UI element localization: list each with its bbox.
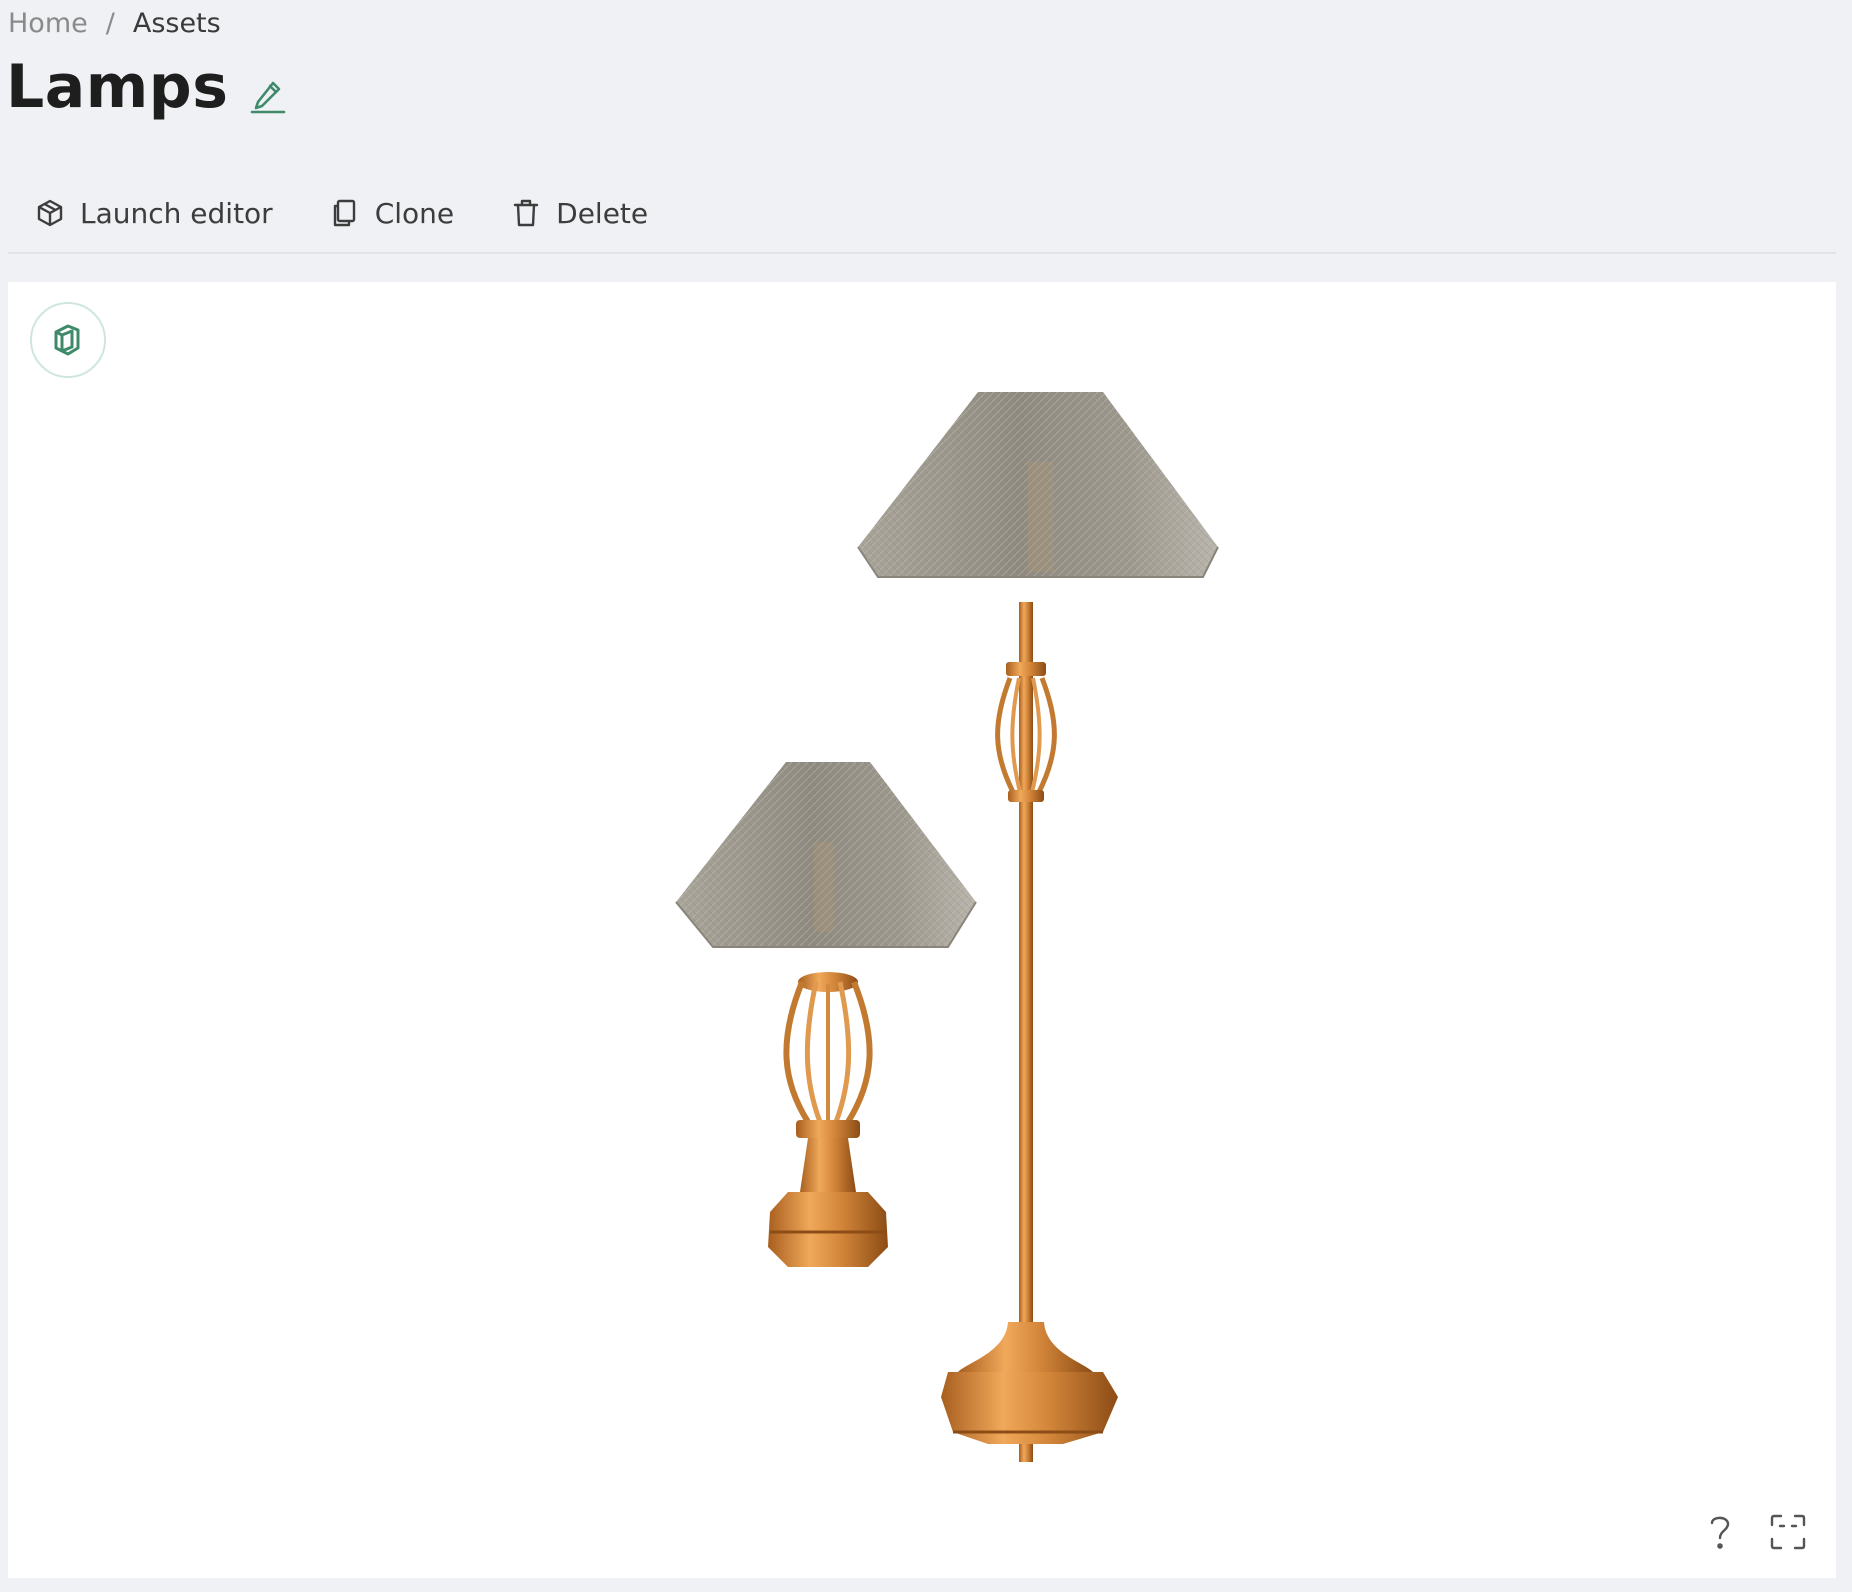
asset-detail-page: Home / Assets Lamps Launch editor Clone … [0, 0, 1852, 1592]
layers-icon [54, 324, 80, 356]
lamps-3d-model[interactable] [8, 282, 1836, 1578]
breadcrumb-home-link[interactable]: Home [8, 8, 88, 39]
table-lamp [675, 762, 977, 1267]
clone-button[interactable]: Clone [301, 187, 482, 240]
toolbar-divider [8, 252, 1836, 254]
clone-label: Clone [374, 196, 455, 230]
cube-icon [37, 199, 63, 227]
3d-viewer[interactable] [8, 282, 1836, 1578]
page-title: Lamps [6, 52, 229, 122]
launch-editor-label: Launch editor [80, 196, 273, 230]
breadcrumb-separator: / [105, 8, 115, 39]
launch-editor-button[interactable]: Launch editor [8, 187, 301, 240]
viewer-badge[interactable] [30, 302, 106, 378]
copy-icon [333, 199, 355, 227]
breadcrumb-current[interactable]: Assets [133, 8, 221, 39]
breadcrumb: Home / Assets [8, 8, 221, 39]
fullscreen-icon[interactable] [1768, 1512, 1808, 1552]
delete-button[interactable]: Delete [482, 187, 676, 240]
asset-toolbar: Launch editor Clone Delete [8, 178, 1836, 248]
question-icon[interactable] [1698, 1510, 1742, 1554]
delete-label: Delete [556, 196, 649, 230]
pencil-icon[interactable] [248, 74, 288, 114]
title-row: Lamps [6, 52, 288, 122]
trash-icon [513, 199, 539, 227]
